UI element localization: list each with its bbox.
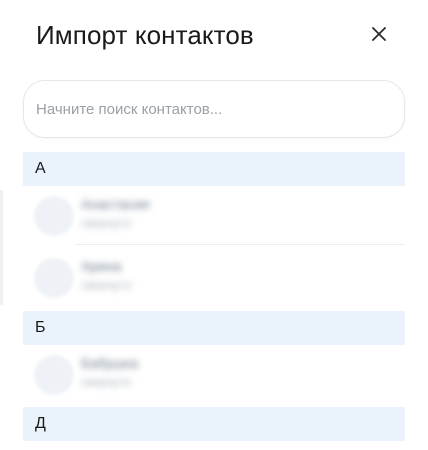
contact-avatar <box>34 258 74 298</box>
import-contacts-dialog: Импорт контактов А Анастасия свернуто Ар… <box>0 0 428 450</box>
contact-item[interactable]: Бабушка свернуто <box>23 345 405 405</box>
close-icon <box>372 27 386 41</box>
background-edge <box>0 190 3 305</box>
search-input[interactable] <box>24 81 404 137</box>
contact-name: Арина <box>81 258 122 274</box>
contact-name: Анастасия <box>81 196 150 212</box>
dialog-title: Импорт контактов <box>36 20 254 50</box>
contact-subtitle: свернуто <box>81 216 132 230</box>
contact-item[interactable]: Арина свернуто <box>23 248 405 308</box>
section-header-b: Б <box>23 311 405 345</box>
section-header-a: А <box>23 152 405 186</box>
section-letter: А <box>35 160 46 177</box>
contact-name: Бабушка <box>81 355 139 371</box>
contact-item[interactable]: Анастасия свернуто <box>23 186 405 246</box>
contact-avatar <box>34 196 74 236</box>
contact-subtitle: свернуто <box>81 375 132 389</box>
contact-divider <box>75 244 405 245</box>
section-letter: Б <box>35 319 46 336</box>
close-button[interactable] <box>366 21 392 47</box>
contact-avatar <box>34 355 74 395</box>
section-header-d: Д <box>23 407 405 441</box>
dialog-header: Импорт контактов <box>0 0 428 70</box>
section-letter: Д <box>35 415 46 432</box>
search-box <box>23 80 405 138</box>
contact-subtitle: свернуто <box>81 278 132 292</box>
